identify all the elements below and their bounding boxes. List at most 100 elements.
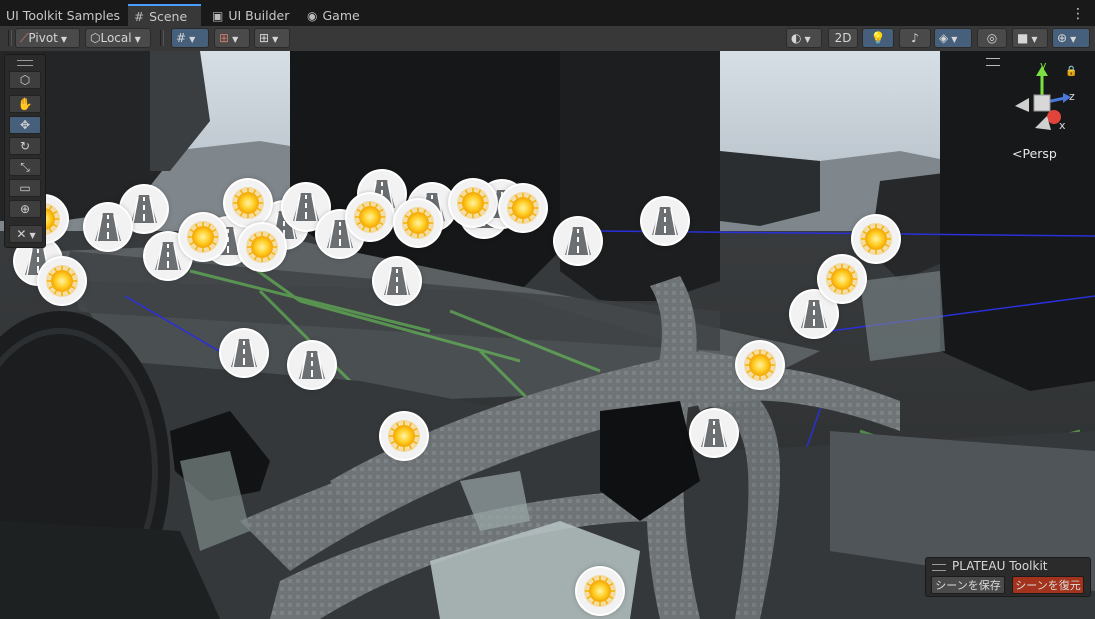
pivot-dropdown[interactable]: ⟋Pivot ▼ [15, 28, 80, 48]
move-tool[interactable]: ✥ [9, 116, 41, 134]
tab-game[interactable]: ◉ Game [307, 5, 360, 26]
tab-bar: UI Toolkit Samples # Scene ▣ UI Builder ◉ G… [0, 0, 1095, 28]
sun-icon [584, 575, 616, 607]
sun-marker[interactable] [39, 258, 85, 304]
chevron-down-icon: ▼ [189, 35, 196, 44]
draw-mode-dropdown[interactable]: ◐ ▼ [786, 28, 822, 48]
audio-toggle[interactable]: ♪ [899, 28, 931, 48]
scale-tool[interactable]: ⤡ [9, 158, 41, 176]
chevron-down-icon: ▼ [60, 35, 68, 44]
chevron-down-icon: ▼ [804, 35, 811, 44]
chevron-down-icon: ▼ [1031, 35, 1038, 44]
road-icon [384, 267, 410, 296]
road-icon [231, 339, 257, 368]
palette-grip[interactable] [17, 60, 33, 66]
chevron-down-icon: ▼ [951, 35, 958, 44]
rotate-icon: ↻ [19, 139, 31, 153]
scene-visibility-toggle[interactable]: ◎ [977, 28, 1007, 48]
sun-marker[interactable] [819, 256, 865, 302]
gamepad-icon: ◉ [307, 9, 318, 23]
sun-marker[interactable] [737, 342, 783, 388]
road-marker[interactable] [691, 410, 737, 456]
sun-icon [354, 201, 386, 233]
custom-tools-dropdown[interactable]: ✕ ▼ [9, 225, 43, 243]
grid-icon: # [134, 10, 145, 24]
overlay-menu-icon[interactable] [986, 58, 1000, 66]
local-label: Local [100, 31, 132, 45]
rotate-tool[interactable]: ↻ [9, 137, 41, 155]
scene-render [0, 51, 1095, 619]
snap-increment-icon: ⊞ [219, 31, 230, 45]
eye-hidden-icon: ◎ [986, 31, 998, 45]
scene-viewport[interactable] [0, 51, 1095, 619]
road-marker[interactable] [85, 204, 131, 250]
chevron-down-icon: ▼ [232, 35, 239, 44]
road-marker[interactable] [221, 330, 267, 376]
grid-snapping-toggle[interactable]: # ▼ [171, 28, 209, 48]
sun-marker[interactable] [180, 214, 226, 260]
toolbar-grip [8, 30, 12, 46]
road-marker[interactable] [289, 342, 335, 388]
sun-marker[interactable] [225, 180, 271, 226]
save-scene-button[interactable]: シーンを保存 [931, 576, 1005, 594]
sun-marker[interactable] [347, 194, 393, 240]
axis-z-label: z [1069, 90, 1075, 103]
camera-dropdown[interactable]: ■ ▼ [1012, 28, 1048, 48]
rect-tool[interactable]: ▭ [9, 179, 41, 197]
road-icon [565, 227, 591, 256]
layers-icon: ◈ [939, 31, 949, 45]
sun-marker[interactable] [577, 568, 623, 614]
panel-grip-icon[interactable] [932, 564, 946, 571]
gizmos-dropdown[interactable]: ⊕ ▼ [1052, 28, 1090, 48]
sun-icon [388, 420, 420, 452]
road-icon [95, 213, 121, 242]
2d-toggle[interactable]: 2D [828, 28, 858, 48]
tab-ui-builder[interactable]: ▣ UI Builder [212, 5, 289, 26]
road-icon [701, 419, 727, 448]
chevron-down-icon: ▼ [134, 35, 141, 44]
scene-toolbar: ⟋Pivot ▼ ⬡Local ▼ # ▼ ⊞ ▼ ⊞ ▼ ◐ ▼ 2D 💡 ♪ ◈ ▼ ◎ … [0, 26, 1095, 52]
sun-icon [826, 263, 858, 295]
tab-scene[interactable]: # Scene [128, 4, 202, 28]
projection-label: Persp [1022, 146, 1057, 161]
sun-icon [457, 187, 489, 219]
transform-icon: ⊕ [19, 202, 31, 216]
restore-scene-button[interactable]: シーンを復元 [1012, 576, 1084, 594]
shading-sphere-icon: ◐ [791, 31, 802, 45]
hand-tool[interactable]: ✋ [9, 95, 41, 113]
transform-tool[interactable]: ⊕ [9, 200, 41, 218]
cube-icon: ⬡ [90, 31, 101, 45]
tab-ui-toolkit-samples[interactable]: UI Toolkit Samples [6, 5, 120, 26]
sun-marker[interactable] [395, 200, 441, 246]
chevron-down-icon: ▼ [1070, 35, 1077, 44]
sun-marker[interactable] [500, 185, 546, 231]
sun-marker[interactable] [381, 413, 427, 459]
orientation-gizmo[interactable]: y z x [1007, 60, 1077, 140]
wrench-icon: ✕ [16, 227, 27, 241]
sun-marker[interactable] [239, 224, 285, 270]
lighting-toggle[interactable]: 💡 [862, 28, 894, 48]
tab-label: Scene [149, 9, 188, 24]
road-marker[interactable] [555, 218, 601, 264]
local-dropdown[interactable]: ⬡Local ▼ [85, 28, 151, 48]
audio-muted-icon: ♪ [911, 31, 919, 45]
road-marker[interactable] [642, 198, 688, 244]
panel-title: PLATEAU Toolkit [952, 559, 1048, 573]
sun-icon [402, 207, 434, 239]
toolbar-separator [160, 30, 164, 46]
effects-dropdown[interactable]: ◈ ▼ [934, 28, 972, 48]
chevron-left-icon: < [1012, 146, 1023, 161]
projection-toggle[interactable]: <Persp [1012, 146, 1057, 161]
sun-marker[interactable] [450, 180, 496, 226]
incremental-snap-toggle[interactable]: ⊞ ▼ [214, 28, 250, 48]
tab-label: UI Toolkit Samples [6, 8, 121, 23]
road-marker[interactable] [374, 258, 420, 304]
more-options-icon[interactable]: ⋮ [1071, 6, 1085, 22]
grid-lines-icon: ⊞ [259, 31, 270, 45]
tab-label: UI Builder [228, 8, 290, 23]
sun-icon [507, 192, 539, 224]
grid-visibility-toggle[interactable]: ⊞ ▼ [254, 28, 290, 48]
view-cube-tool[interactable]: ⬡ [9, 71, 41, 89]
cube-icon: ⬡ [19, 73, 31, 87]
road-icon [299, 351, 325, 380]
